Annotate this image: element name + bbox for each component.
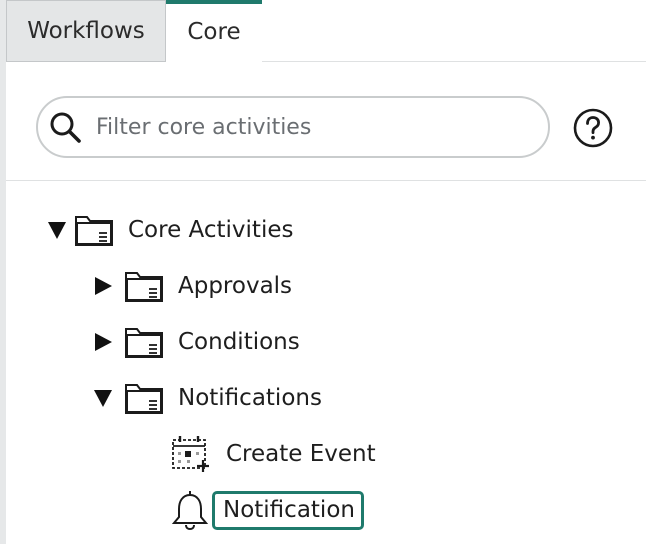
tree-node-label: Core Activities [128, 217, 294, 243]
bell-icon [171, 491, 209, 530]
folder-icon [125, 384, 163, 414]
tab-core-label: Core [187, 19, 241, 45]
tree-node-core-activities[interactable]: Core Activities [46, 210, 293, 250]
tree-node-label: Conditions [178, 329, 300, 355]
tree-node-approvals[interactable]: Approvals [92, 266, 292, 306]
search-icon [50, 112, 81, 143]
search-box[interactable] [36, 96, 550, 158]
selected-tree-leaf-label: Notification [212, 490, 364, 530]
left-edge-strip [0, 0, 6, 544]
tree-node-notifications[interactable]: Notifications [92, 378, 322, 418]
folder-icon [75, 216, 113, 246]
tree-node-conditions[interactable]: Conditions [92, 322, 300, 362]
core-activities-panel: Workflows Core Core Activities [0, 0, 646, 544]
caret-right-icon[interactable] [92, 275, 114, 297]
caret-down-icon[interactable] [92, 387, 114, 409]
tree-leaf-label: Create Event [226, 441, 376, 467]
tab-workflows-label: Workflows [27, 18, 145, 44]
tree-leaf-notification[interactable]: Notification [170, 486, 364, 534]
tab-workflows[interactable]: Workflows [6, 0, 166, 62]
tab-core[interactable]: Core [166, 0, 262, 62]
tree-node-label: Notifications [178, 385, 322, 411]
tab-bar-divider [262, 61, 646, 62]
tree-leaf-create-event[interactable]: Create Event [170, 434, 376, 474]
search-input[interactable] [96, 106, 536, 148]
folder-icon [125, 328, 163, 358]
calendar-add-icon [172, 436, 209, 472]
caret-down-icon[interactable] [46, 219, 68, 241]
help-circle-icon[interactable] [572, 107, 614, 149]
search-divider [6, 180, 646, 181]
tree-node-label: Approvals [178, 273, 293, 299]
caret-right-icon[interactable] [92, 331, 114, 353]
folder-icon [125, 272, 163, 302]
tab-bar: Workflows Core [6, 0, 646, 62]
